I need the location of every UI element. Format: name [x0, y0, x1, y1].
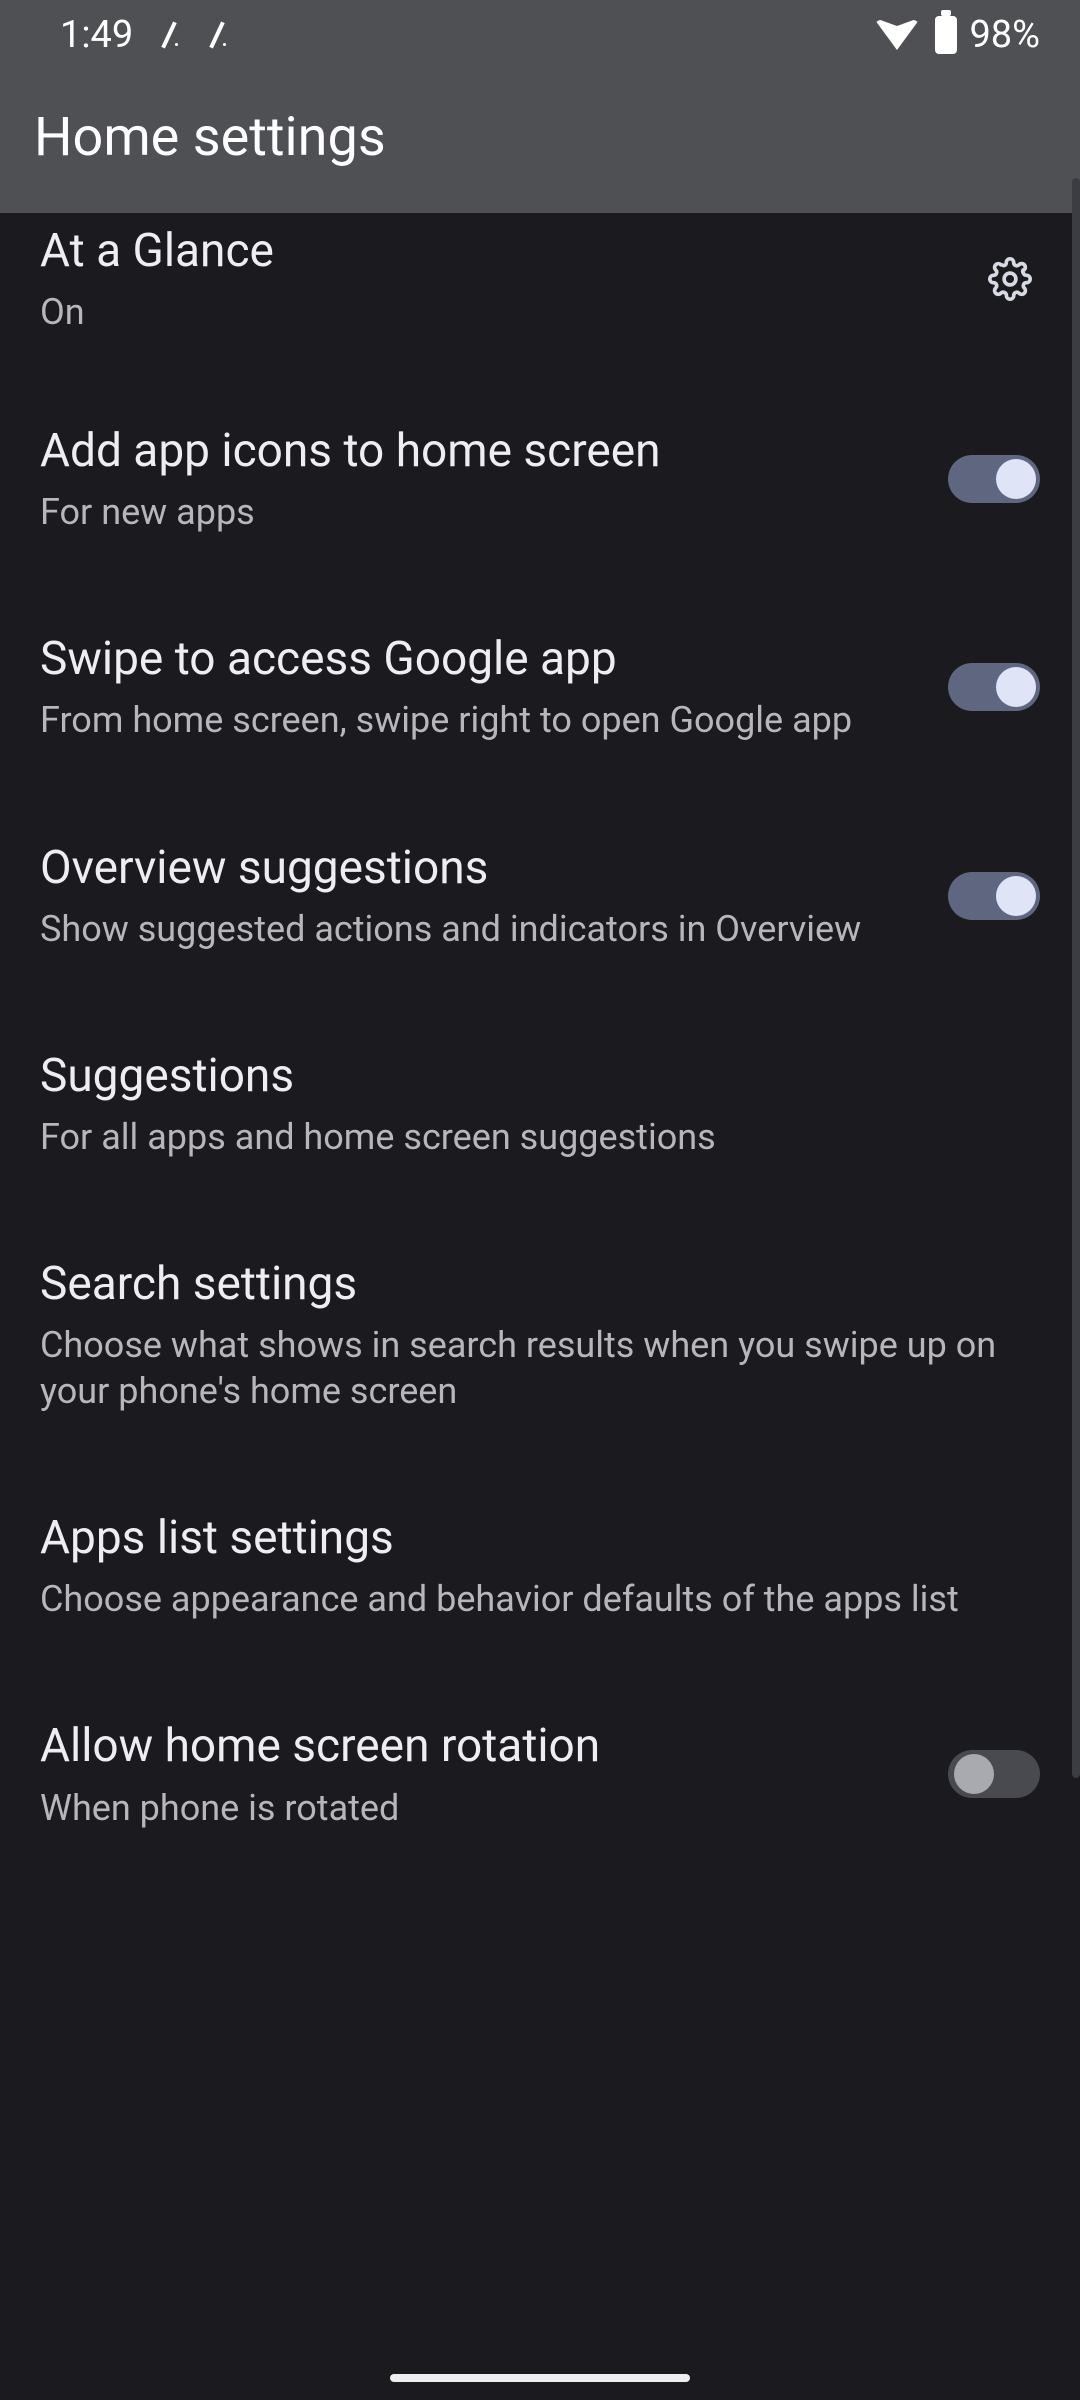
item-allow-rotation[interactable]: Allow home screen rotation When phone is… — [0, 1670, 1080, 1878]
status-time: 1:49 — [60, 13, 133, 57]
status-left: 1:49 — [60, 13, 229, 57]
item-body: Add app icons to home screen For new app… — [40, 423, 924, 535]
toggle-allow-rotation[interactable] — [948, 1750, 1040, 1798]
wifi-icon — [875, 20, 919, 50]
item-subtitle: Choose what shows in search results when… — [40, 1322, 1040, 1414]
item-subtitle: From home screen, swipe right to open Go… — [40, 697, 924, 743]
item-body: At a Glance On — [40, 223, 956, 335]
item-subtitle: On — [40, 289, 956, 335]
item-subtitle: Show suggested actions and indicators in… — [40, 906, 924, 952]
item-control — [948, 663, 1040, 711]
gesture-nav-handle[interactable] — [390, 2374, 690, 2382]
item-subtitle: For new apps — [40, 489, 924, 535]
battery-percent: 98% — [969, 13, 1040, 57]
status-tick-icon — [209, 21, 229, 49]
item-body: Allow home screen rotation When phone is… — [40, 1718, 924, 1830]
title-bar: Home settings — [0, 70, 1080, 213]
item-title: Swipe to access Google app — [40, 631, 924, 687]
scrollbar[interactable] — [1072, 178, 1080, 1778]
item-title: Apps list settings — [40, 1510, 1040, 1566]
item-title: At a Glance — [40, 223, 956, 279]
status-tick-icon — [161, 21, 181, 49]
item-subtitle: When phone is rotated — [40, 1785, 924, 1831]
item-subtitle: Choose appearance and behavior defaults … — [40, 1576, 1040, 1622]
item-body: Swipe to access Google app From home scr… — [40, 631, 924, 743]
item-search-settings[interactable]: Search settings Choose what shows in sea… — [0, 1208, 1080, 1462]
item-title: Add app icons to home screen — [40, 423, 924, 479]
item-body: Suggestions For all apps and home screen… — [40, 1048, 1040, 1160]
item-subtitle: For all apps and home screen suggestions — [40, 1114, 1040, 1160]
item-title: Overview suggestions — [40, 840, 924, 896]
item-control — [948, 1750, 1040, 1798]
page-title: Home settings — [34, 106, 1046, 169]
item-swipe-google[interactable]: Swipe to access Google app From home scr… — [0, 583, 1080, 791]
battery-icon — [935, 16, 957, 54]
status-bar: 1:49 98% — [0, 0, 1080, 70]
item-apps-list-settings[interactable]: Apps list settings Choose appearance and… — [0, 1462, 1080, 1670]
item-overview-suggestions[interactable]: Overview suggestions Show suggested acti… — [0, 792, 1080, 1000]
item-body: Search settings Choose what shows in sea… — [40, 1256, 1040, 1414]
item-control — [948, 455, 1040, 503]
toggle-overview-suggestions[interactable] — [948, 872, 1040, 920]
toggle-swipe-google[interactable] — [948, 663, 1040, 711]
gear-icon[interactable] — [980, 249, 1040, 309]
item-title: Suggestions — [40, 1048, 1040, 1104]
item-title: Allow home screen rotation — [40, 1718, 924, 1774]
item-at-a-glance[interactable]: At a Glance On — [0, 213, 1080, 375]
item-body: Overview suggestions Show suggested acti… — [40, 840, 924, 952]
status-right: 98% — [875, 13, 1040, 57]
item-suggestions[interactable]: Suggestions For all apps and home screen… — [0, 1000, 1080, 1208]
settings-list: At a Glance On Add app icons to home scr… — [0, 213, 1080, 1879]
item-add-app-icons[interactable]: Add app icons to home screen For new app… — [0, 375, 1080, 583]
item-body: Apps list settings Choose appearance and… — [40, 1510, 1040, 1622]
item-title: Search settings — [40, 1256, 1040, 1312]
toggle-add-app-icons[interactable] — [948, 455, 1040, 503]
item-control — [948, 872, 1040, 920]
